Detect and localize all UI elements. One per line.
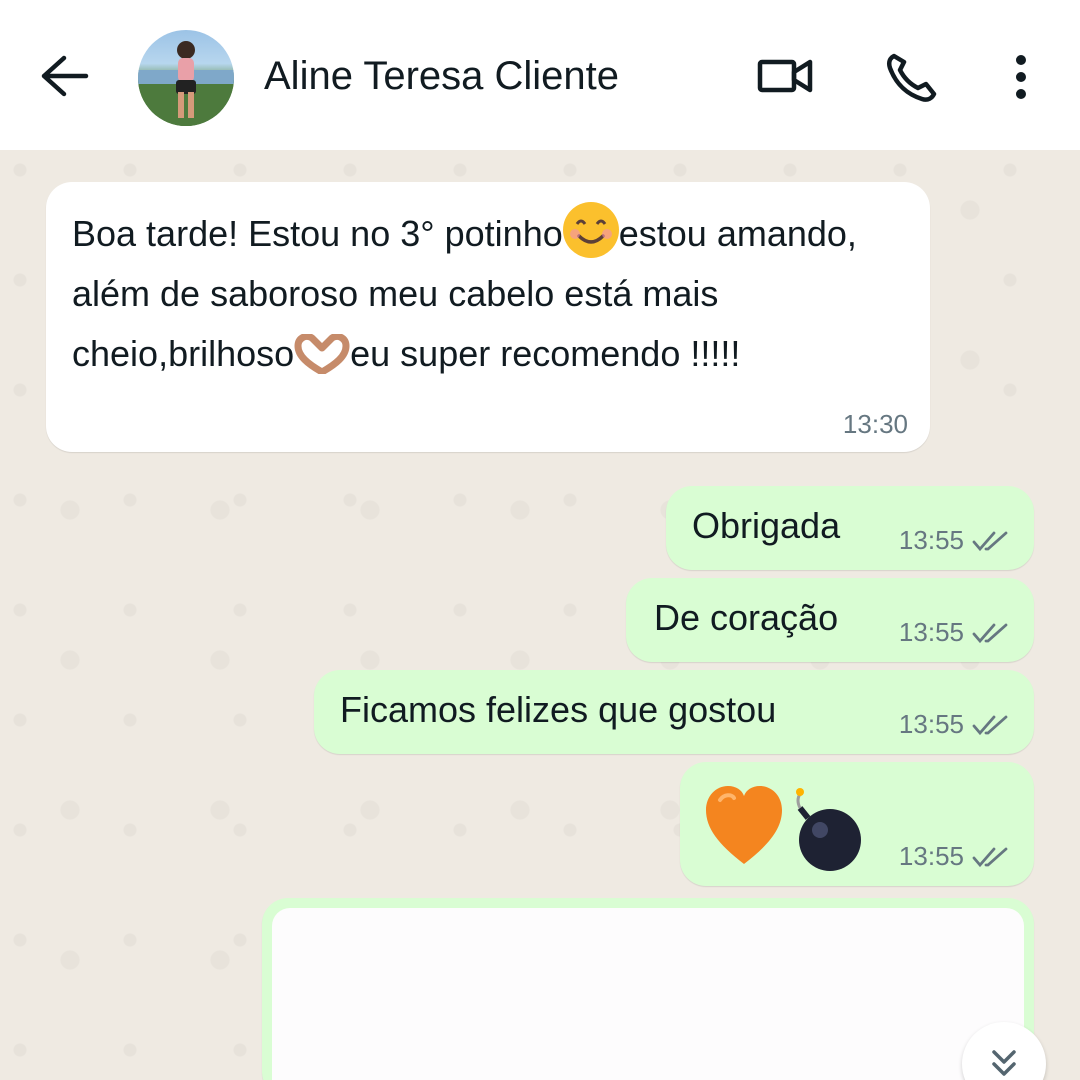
message-bubble-incoming[interactable]: Boa tarde! Estou no 3° potinho estou aman…: [46, 182, 930, 452]
double-check-icon: [972, 847, 1008, 867]
chat-area[interactable]: Boa tarde! Estou no 3° potinho estou aman…: [0, 150, 1080, 1080]
back-arrow-icon[interactable]: [38, 52, 90, 100]
message-meta: 13:30: [843, 409, 908, 440]
more-vert-icon[interactable]: [1008, 52, 1034, 102]
orange-heart-emoji-icon: [706, 786, 782, 864]
message-text: De coração: [654, 597, 839, 638]
media-preview[interactable]: [272, 908, 1024, 1080]
avatar[interactable]: [138, 30, 234, 126]
message-bubble-outgoing[interactable]: 13:55: [680, 762, 1034, 886]
message-text-part: Boa tarde! Estou no 3° potinho: [72, 213, 563, 254]
heart-hands-emoji-icon: [294, 334, 350, 374]
chevron-double-down-icon: [992, 1050, 1016, 1076]
message-bubble-outgoing[interactable]: De coração 13:55: [626, 578, 1034, 662]
emoji-message: [706, 786, 861, 871]
message-time: 13:30: [842, 409, 908, 439]
message-text: Boa tarde! Estou no 3° potinho estou aman…: [72, 202, 902, 384]
contact-name[interactable]: Aline Teresa Cliente: [264, 50, 619, 102]
double-check-icon: [972, 715, 1008, 735]
message-time: 13:55: [898, 617, 964, 647]
message-text: Ficamos felizes que gostou: [340, 689, 777, 730]
message-time: 13:55: [898, 525, 964, 555]
message-bubble-outgoing[interactable]: Ficamos felizes que gostou 13:55: [314, 670, 1034, 754]
double-check-icon: [972, 623, 1008, 643]
message-bubble-outgoing[interactable]: Obrigada 13:55: [666, 486, 1034, 570]
message-meta: 13:55: [899, 709, 1012, 740]
message-text-part: eu super recomendo !!!!!: [350, 333, 741, 374]
message-time: 13:55: [898, 841, 964, 871]
message-meta: 13:55: [899, 525, 1012, 556]
bomb-emoji-icon: [796, 788, 861, 871]
message-bubble-outgoing-media[interactable]: [262, 898, 1034, 1080]
avatar-photo-icon: [138, 41, 234, 126]
message-time: 13:55: [898, 709, 964, 739]
smiling-face-emoji-icon: [562, 202, 619, 258]
message-meta: 13:55: [899, 841, 1012, 872]
video-call-icon[interactable]: [756, 52, 814, 100]
message-text: Obrigada: [692, 505, 841, 546]
chat-header: Aline Teresa Cliente: [0, 0, 1080, 150]
message-meta: 13:55: [899, 617, 1012, 648]
double-check-icon: [972, 531, 1008, 551]
phone-icon[interactable]: [884, 50, 938, 104]
